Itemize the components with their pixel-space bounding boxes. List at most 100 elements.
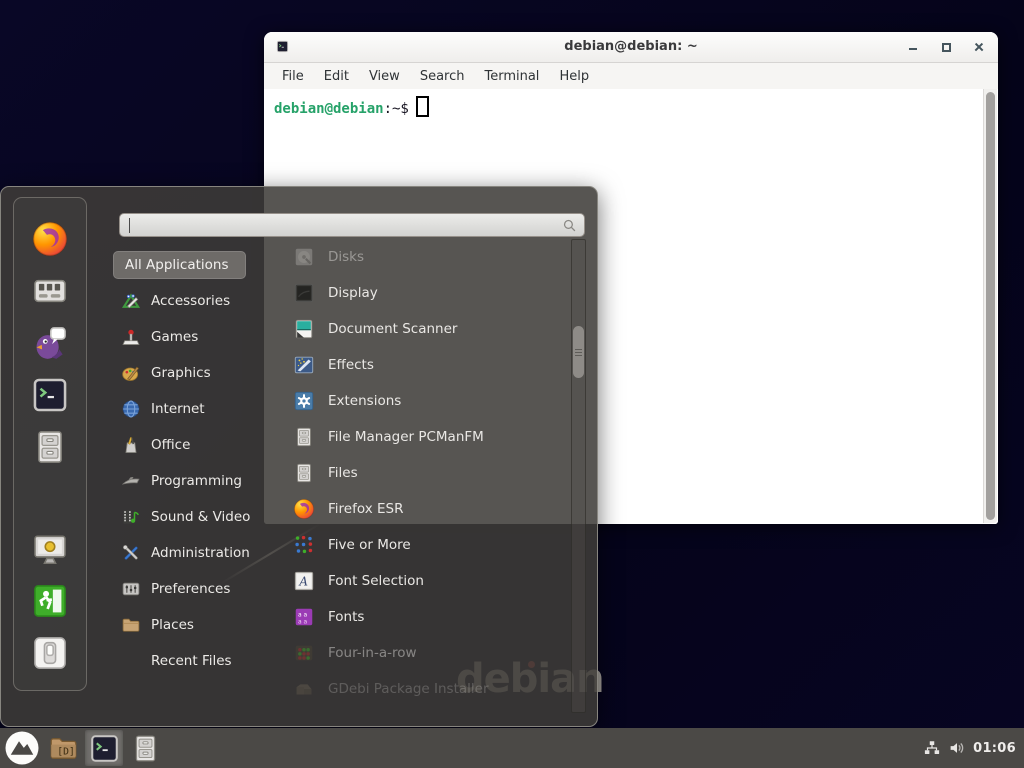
- terminal-prompt: debian@debian:~$: [274, 96, 429, 117]
- favorite-lock-screen[interactable]: [31, 530, 69, 568]
- category-recent-files[interactable]: Recent Files: [113, 643, 279, 679]
- app-label: Effects: [328, 357, 374, 373]
- gdebi-icon: [293, 678, 315, 700]
- terminal-title: debian@debian: ~: [264, 32, 998, 62]
- app-gdebi-package-installer[interactable]: GDebi Package Installer: [281, 671, 573, 707]
- terminal-menu-terminal[interactable]: Terminal: [474, 69, 549, 84]
- category-games[interactable]: Games: [113, 319, 279, 355]
- favorite-shutdown[interactable]: [31, 634, 69, 672]
- network-icon[interactable]: [923, 739, 941, 757]
- app-disks[interactable]: Disks: [281, 239, 573, 275]
- app-file-manager-pcmanfm[interactable]: File Manager PCManFM: [281, 419, 573, 455]
- taskbar-menu-logo[interactable]: [3, 730, 41, 766]
- terminal-menu-file[interactable]: File: [272, 69, 314, 84]
- terminal-scrollbar-thumb[interactable]: [986, 92, 995, 520]
- all-applications-button[interactable]: All Applications: [113, 251, 246, 279]
- five-or-more-icon: [293, 534, 315, 556]
- app-label: Font Selection: [328, 573, 424, 589]
- category-office[interactable]: Office: [113, 427, 279, 463]
- minimize-icon[interactable]: [906, 40, 920, 54]
- folder-d-icon: [D]: [48, 733, 79, 764]
- app-label: Four-in-a-row: [328, 645, 417, 661]
- system-tray: 01:06: [923, 739, 1024, 757]
- app-display[interactable]: Display: [281, 275, 573, 311]
- extensions-icon: [293, 390, 315, 412]
- file-cabinet-icon: [293, 462, 315, 484]
- internet-icon: [121, 399, 141, 419]
- terminal-titlebar[interactable]: debian@debian: ~: [264, 32, 998, 63]
- favorites-top-group: [31, 220, 69, 466]
- category-sound-video[interactable]: Sound & Video: [113, 499, 279, 535]
- preferences-icon: [121, 579, 141, 599]
- search-box[interactable]: [119, 213, 585, 237]
- application-list: Disks Display Document Scanner Effects Exten…: [281, 239, 573, 707]
- terminal-menu-search[interactable]: Search: [410, 69, 475, 84]
- app-four-in-a-row[interactable]: Four-in-a-row: [281, 635, 573, 671]
- category-label: Sound & Video: [151, 509, 250, 525]
- category-programming[interactable]: Programming: [113, 463, 279, 499]
- category-label: Administration: [151, 545, 250, 561]
- application-menu: All Applications AccessoriesGamesGraphic…: [0, 186, 598, 727]
- app-five-or-more[interactable]: Five or More: [281, 527, 573, 563]
- favorite-terminal[interactable]: [31, 376, 69, 414]
- taskbar-file-cabinet[interactable]: [126, 730, 164, 766]
- favorite-firefox[interactable]: [31, 220, 69, 258]
- disks-icon: [293, 246, 315, 268]
- file-cabinet-icon: [130, 733, 161, 764]
- terminal-icon: [31, 376, 69, 414]
- terminal-menu-edit[interactable]: Edit: [314, 69, 359, 84]
- app-fonts[interactable]: a aa aFonts: [281, 599, 573, 635]
- menu-scrollbar-thumb[interactable]: [573, 326, 584, 378]
- app-effects[interactable]: Effects: [281, 347, 573, 383]
- office-icon: [121, 435, 141, 455]
- logout-icon: [31, 582, 69, 620]
- close-icon[interactable]: [972, 40, 986, 54]
- terminal-menu-help[interactable]: Help: [549, 69, 599, 84]
- favorite-file-cabinet[interactable]: [31, 428, 69, 466]
- category-internet[interactable]: Internet: [113, 391, 279, 427]
- app-label: Document Scanner: [328, 321, 457, 337]
- terminal-menu-view[interactable]: View: [359, 69, 410, 84]
- maximize-icon[interactable]: [939, 40, 953, 54]
- app-label: Disks: [328, 249, 364, 265]
- terminal-scrollbar[interactable]: [983, 89, 997, 523]
- category-label: Recent Files: [151, 653, 232, 669]
- app-document-scanner[interactable]: Document Scanner: [281, 311, 573, 347]
- category-label: Office: [151, 437, 190, 453]
- volume-icon[interactable]: [948, 739, 966, 757]
- document-scanner-icon: [293, 318, 315, 340]
- prompt-user: debian@debian: [274, 101, 384, 117]
- app-extensions[interactable]: Extensions: [281, 383, 573, 419]
- desktop: debian debian@debian: ~ FileEditViewSear…: [0, 0, 1024, 768]
- places-icon: [121, 615, 141, 635]
- category-preferences[interactable]: Preferences: [113, 571, 279, 607]
- category-label: Internet: [151, 401, 205, 417]
- favorite-controls[interactable]: [31, 272, 69, 310]
- app-firefox-esr[interactable]: Firefox ESR: [281, 491, 573, 527]
- taskbar-clock[interactable]: 01:06: [973, 741, 1016, 756]
- category-accessories[interactable]: Accessories: [113, 283, 279, 319]
- app-label: Firefox ESR: [328, 501, 403, 517]
- favorite-pidgin[interactable]: [31, 324, 69, 362]
- app-font-selection[interactable]: A Font Selection: [281, 563, 573, 599]
- svg-text:A: A: [298, 575, 308, 589]
- taskbar-folder-d[interactable]: [D]: [44, 730, 82, 766]
- tray-icons: [923, 739, 966, 757]
- app-files[interactable]: Files: [281, 455, 573, 491]
- firefox-icon: [293, 498, 315, 520]
- menu-scrollbar[interactable]: [571, 239, 586, 713]
- category-administration[interactable]: Administration: [113, 535, 279, 571]
- effects-icon: [293, 354, 315, 376]
- search-input[interactable]: [120, 214, 584, 236]
- category-graphics[interactable]: Graphics: [113, 355, 279, 391]
- category-label: Places: [151, 617, 194, 633]
- lock-screen-icon: [31, 530, 69, 568]
- terminal-icon: [89, 733, 120, 764]
- shutdown-icon: [31, 634, 69, 672]
- games-icon: [121, 327, 141, 347]
- category-places[interactable]: Places: [113, 607, 279, 643]
- taskbar-terminal[interactable]: [85, 730, 123, 766]
- app-label: Display: [328, 285, 378, 301]
- favorite-logout[interactable]: [31, 582, 69, 620]
- file-cabinet-icon: [293, 426, 315, 448]
